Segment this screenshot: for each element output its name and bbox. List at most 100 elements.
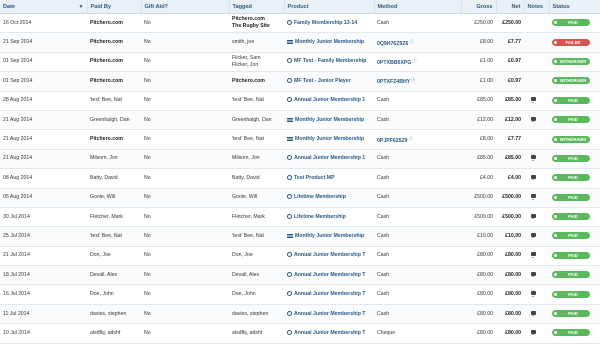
comment-icon[interactable] — [531, 252, 536, 258]
product-cell[interactable]: Annual Junior Membership T — [284, 265, 374, 286]
column-header-net[interactable]: Net — [496, 0, 525, 14]
column-header-gift-aid[interactable]: Gift Aid? — [141, 0, 230, 14]
tagged-cell[interactable]: Pitchero.com — [229, 71, 284, 92]
product-link[interactable]: Lifetime Membership — [294, 214, 346, 220]
paid-by-cell[interactable]: Pitchero.com — [87, 71, 141, 92]
method-value[interactable]: 0PTXBB6XPG — [377, 60, 411, 66]
product-cell[interactable]: MF Test - Family Membership — [284, 52, 374, 73]
table-row[interactable]: 28 Aug 2014'test' Bee, Nat No'test' Bee, … — [0, 91, 600, 111]
product-link[interactable]: Annual Junior Membership T — [294, 311, 365, 317]
paid-by-cell[interactable]: Pitchero.com — [87, 129, 141, 150]
column-header-paid-by[interactable]: Paid By — [87, 0, 142, 14]
table-row[interactable]: 30 Jul 2014 Fletcher, Mark No Fletcher, Mar… — [0, 207, 600, 228]
tagged-cell[interactable]: Flicker, Sam Flicker, Jon — [229, 52, 284, 73]
comment-icon[interactable] — [531, 174, 536, 181]
product-link[interactable]: Monthly Junior Membership — [295, 117, 364, 123]
paid-by-cell[interactable]: davies, stephen — [87, 304, 141, 325]
product-link[interactable]: Annual Junior Membership 1 — [294, 97, 365, 103]
table-row[interactable]: 08 Aug 2014 Batty, David No Batty, David Tes… — [0, 168, 600, 189]
method-value[interactable]: 0PJPF625Z9 — [377, 138, 408, 144]
comment-icon[interactable] — [531, 232, 536, 239]
column-header-notes[interactable]: Notes — [524, 0, 550, 14]
column-header-method[interactable]: Method — [374, 0, 462, 14]
table-row[interactable]: 25 Jul 2014'test' Bee, Nat No'test' Bee, … — [0, 226, 600, 247]
table-row[interactable]: 21 Aug 2014 Pitchero.com No'test' Bee, Nat… — [0, 129, 600, 150]
tagged-name[interactable]: smith, joe — [232, 39, 254, 45]
product-cell[interactable]: Annual Junior Membership T — [284, 304, 374, 325]
column-header-product[interactable]: Product — [284, 0, 375, 14]
column-header-tagged[interactable]: Tagged — [229, 0, 285, 14]
paid-by-cell[interactable]: Pitchero.com — [87, 32, 141, 53]
tagged-cell[interactable]: alsdfkj, adshf — [229, 323, 284, 344]
notes-cell[interactable] — [524, 91, 549, 111]
table-row[interactable]: 21 Jul 2014 Don, Joe No Don, Joe Annual Juni… — [0, 246, 600, 267]
product-cell[interactable]: Monthly Junior Membership — [284, 110, 374, 131]
method-cell[interactable]: 0Q9H76Z9Z6ⓘ — [374, 32, 461, 53]
method-cell[interactable]: 0PTXBB6XPGⓘ — [374, 52, 461, 73]
table-row[interactable]: 21 Sep 2014 Pitchero.com No smith, joe Month… — [0, 32, 600, 53]
table-row[interactable]: 21 Aug 2014 Milsom, Jon No Milsom, Jon Annua… — [0, 149, 600, 170]
method-cell[interactable]: 0PJPF625Z9ⓘ — [374, 129, 461, 150]
tagged-name[interactable]: alsdfkj, adshf — [232, 330, 262, 336]
info-icon[interactable]: ⓘ — [409, 39, 413, 44]
notes-cell[interactable] — [524, 323, 549, 344]
product-link[interactable]: Annual Junior Membership T — [294, 252, 365, 258]
product-link[interactable]: MF Test - Family Membership — [294, 58, 366, 64]
paid-by-cell[interactable]: 'test' Bee, Nat — [87, 91, 141, 111]
method-cell[interactable]: 0PTXFZ4BHYⓘ — [374, 71, 461, 92]
product-link[interactable]: MF Test - Junior Player — [294, 78, 351, 84]
comment-icon[interactable] — [531, 213, 536, 220]
paid-by-cell[interactable]: Devall, Alex — [87, 265, 141, 286]
tagged-name[interactable]: Batty, David — [232, 175, 260, 181]
product-link[interactable]: Test Product MP — [294, 175, 335, 181]
product-cell[interactable]: Lifetime Membership — [284, 188, 374, 208]
table-row[interactable]: 16 Jul 2014 Doe, John No Doe, John Annual Ju… — [0, 284, 600, 305]
notes-cell[interactable] — [524, 246, 549, 267]
product-cell[interactable]: Lifetime Membership — [284, 207, 374, 228]
tagged-cell[interactable]: Pitchero.com The Rugby Site — [229, 13, 284, 34]
table-row[interactable]: 21 Aug 2014 Greenhalgh, Dan No Greenhalgh, … — [0, 110, 600, 131]
product-cell[interactable]: Family Membership 13-14 — [284, 13, 374, 34]
paid-by-cell[interactable]: Pitchero.com — [87, 52, 141, 73]
product-link[interactable]: Lifetime Membership — [294, 194, 346, 200]
tagged-name[interactable]: Flicker, Sam — [232, 55, 261, 61]
column-header-status[interactable]: Status — [549, 0, 600, 14]
info-icon[interactable]: ⓘ — [412, 58, 416, 63]
tagged-name[interactable]: Fletcher, Mark — [232, 214, 265, 220]
notes-cell[interactable] — [524, 188, 549, 208]
comment-icon[interactable] — [531, 329, 536, 336]
tagged-name-secondary[interactable]: The Rugby Site — [232, 23, 270, 29]
table-row[interactable]: 11 Jul 2014 davies, stephen No davies, step… — [0, 304, 600, 325]
tagged-name[interactable]: Don, Joe — [232, 252, 253, 258]
tagged-cell[interactable]: Greenhalgh, Dan — [229, 110, 284, 131]
tagged-cell[interactable]: Doe, John — [229, 284, 284, 305]
paid-by-cell[interactable]: Don, Joe — [87, 246, 141, 267]
table-row[interactable]: 05 Aug 2014 Goole, Will No Goole, Will Lifet… — [0, 188, 600, 208]
paid-by-cell[interactable]: Milsom, Jon — [87, 149, 141, 170]
tagged-name[interactable]: Goole, Will — [232, 194, 257, 200]
tagged-cell[interactable]: Milsom, Jon — [229, 149, 284, 170]
paid-by-cell[interactable]: Batty, David — [87, 168, 141, 189]
tagged-cell[interactable]: smith, joe — [229, 32, 284, 53]
tagged-cell[interactable]: davies, stephen — [229, 304, 284, 325]
paid-by-cell[interactable]: Greenhalgh, Dan — [87, 110, 141, 131]
product-cell[interactable]: Annual Junior Membership T — [284, 246, 374, 267]
tagged-cell[interactable]: Fletcher, Mark — [229, 207, 284, 228]
product-cell[interactable]: Test Product MP — [284, 168, 374, 189]
product-cell[interactable]: Annual Junior Membership T — [284, 284, 374, 305]
tagged-name[interactable]: Milsom, Jon — [232, 155, 260, 161]
product-link[interactable]: Monthly Junior Membership — [295, 233, 364, 239]
notes-cell[interactable] — [524, 149, 549, 170]
notes-cell[interactable] — [524, 168, 549, 189]
info-icon[interactable]: ⓘ — [411, 77, 415, 82]
product-cell[interactable]: MF Test - Junior Player — [284, 71, 374, 92]
tagged-name[interactable]: 'test' Bee, Nat — [232, 97, 264, 103]
notes-cell[interactable] — [524, 265, 549, 286]
comment-icon[interactable] — [531, 194, 536, 200]
paid-by-cell[interactable]: Doe, John — [87, 284, 141, 305]
tagged-name[interactable]: 'test' Bee, Nat — [232, 233, 264, 239]
product-cell[interactable]: Annual Junior Membership 1 — [284, 91, 374, 111]
product-link[interactable]: Annual Junior Membership 1 — [294, 155, 365, 161]
product-link[interactable]: Annual Junior Membership T — [294, 272, 365, 278]
tagged-cell[interactable]: 'test' Bee, Nat — [229, 91, 284, 111]
